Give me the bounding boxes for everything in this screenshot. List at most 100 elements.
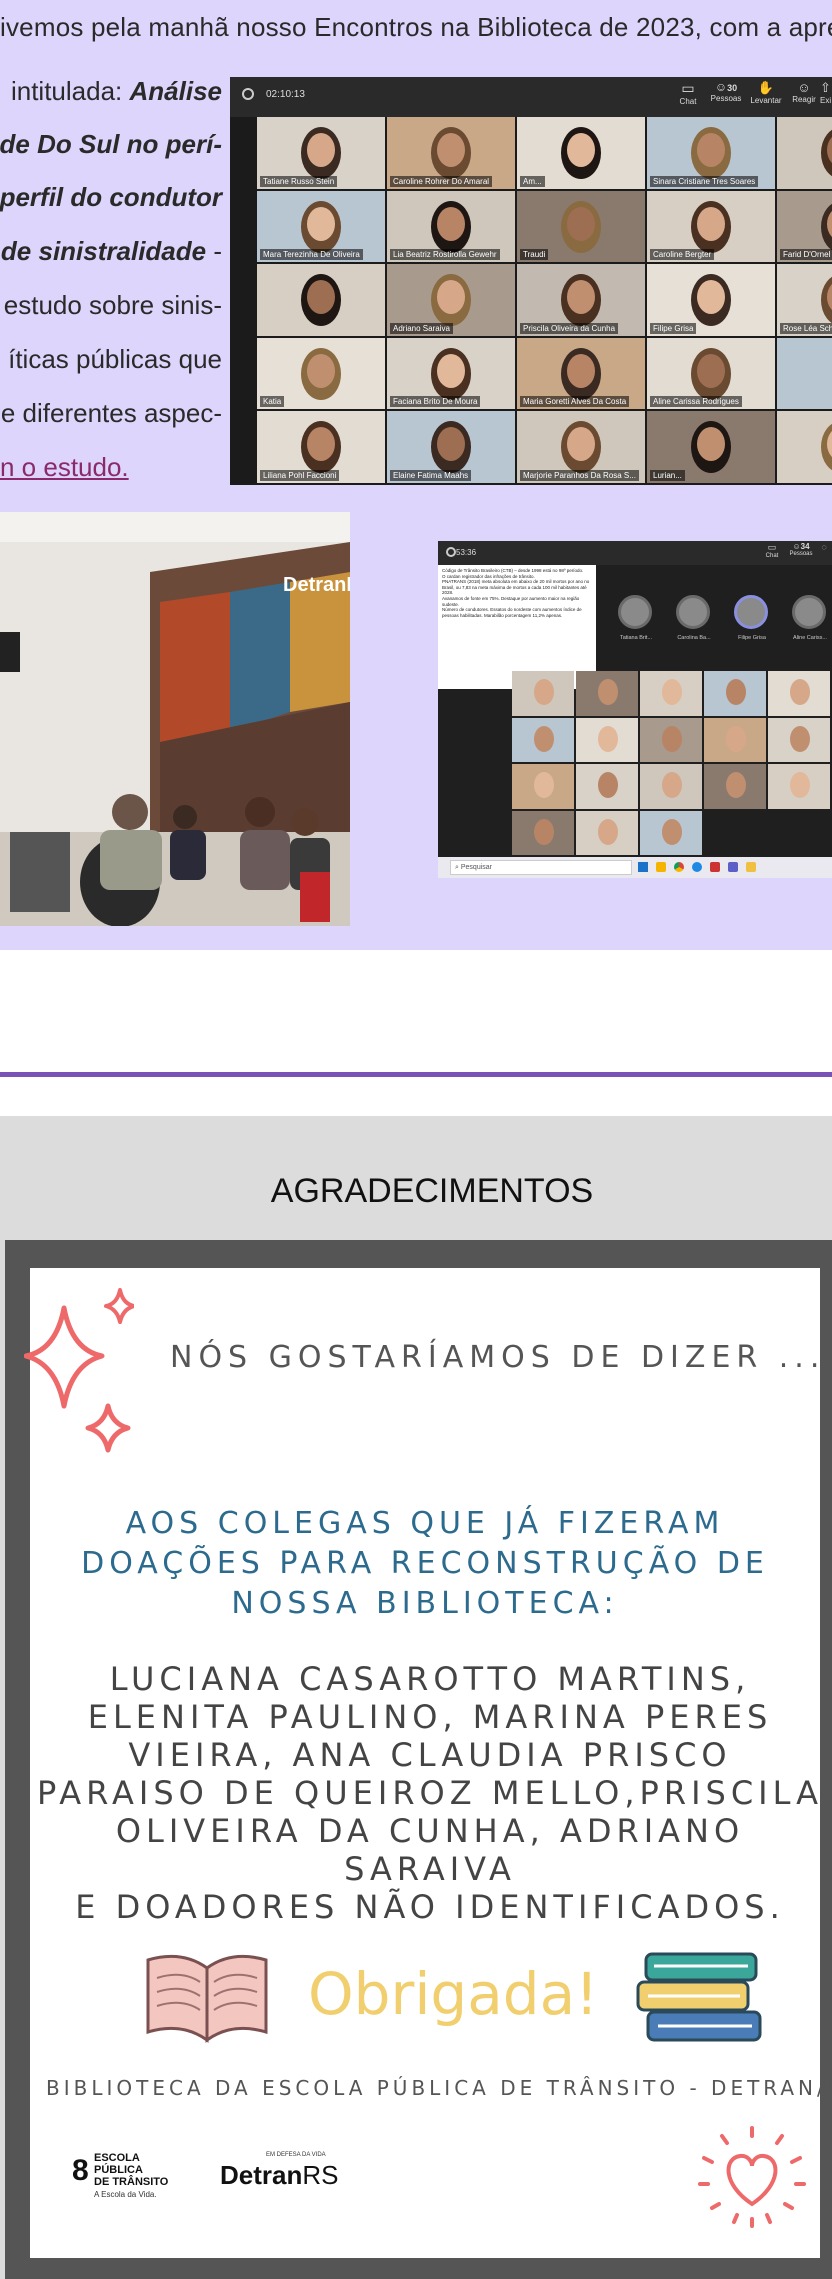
participant-tile[interactable]	[768, 764, 830, 809]
participant-tile[interactable]: Rose Léa Sch	[777, 264, 832, 336]
participant-name: Adriano Saraiva	[390, 322, 453, 334]
participant-face	[790, 725, 810, 752]
participant-tile[interactable]	[512, 717, 574, 762]
participant-name: Traudi	[520, 249, 549, 261]
participant-tile[interactable]	[576, 810, 638, 855]
participant-tile[interactable]: Katia	[257, 337, 385, 410]
participant-tile[interactable]: Aline Carissa Rodrigues	[647, 337, 775, 410]
sparkle-icon	[24, 1288, 134, 1453]
meeting-timer: 53:36	[456, 548, 477, 557]
intro-line-text: ivemos pela manhã nosso Encontros na Bib…	[0, 12, 832, 42]
toolbar-share[interactable]: ⇧ Exi	[820, 80, 832, 105]
raise-hand-icon: ✋	[757, 80, 775, 95]
taskbar-search[interactable]: ⌕ Pesquisar	[450, 860, 632, 875]
avatar-name: Aline Cariss...	[793, 635, 827, 641]
participant-face	[534, 725, 554, 752]
paragraph-line: e diferentes aspec-	[0, 398, 222, 428]
toolbar-chat[interactable]: ▭ Chat	[670, 80, 706, 106]
participant-tile[interactable]: Tatiane Russo Stein	[257, 117, 385, 189]
participant-tile[interactable]: Caroline Rohrer Do Amaral	[387, 117, 515, 189]
participant-face	[662, 679, 682, 705]
participant-tile[interactable]: Am...	[517, 117, 645, 189]
participant-tile[interactable]	[768, 810, 830, 855]
escola-logo-tagline: A Escola da Vida.	[94, 2190, 157, 2199]
more-icon[interactable]: ◌	[816, 542, 832, 552]
participant-tile[interactable]: Faciana Brito De Moura	[387, 337, 515, 410]
participant-tile[interactable]	[512, 810, 574, 855]
participant-tile[interactable]: Liliana Pohl Faccioni	[257, 411, 385, 483]
participant-tile[interactable]: Lurian...	[647, 411, 775, 483]
detran-sign: DetranRS	[283, 574, 350, 596]
avatar[interactable]: Carolina Ba...	[666, 591, 722, 651]
participant-tile[interactable]	[257, 264, 385, 336]
participant-face	[307, 133, 335, 167]
participant-tile[interactable]	[704, 810, 766, 855]
participant-tile[interactable]: Marjorie Paranhos Da Rosa S...	[517, 411, 645, 483]
participant-tile[interactable]	[704, 671, 766, 716]
participant-tile[interactable]	[704, 717, 766, 762]
participant-tile[interactable]	[640, 671, 702, 716]
toolbar-react[interactable]: ☺ Reagir	[786, 80, 822, 104]
avatar[interactable]: Aline Cariss...	[782, 591, 832, 651]
participant-tile[interactable]	[777, 117, 832, 189]
participant-tile[interactable]	[512, 671, 574, 716]
edge-icon[interactable]	[692, 862, 702, 872]
participant-tile[interactable]	[576, 671, 638, 716]
toolbar-people[interactable]: ☺30 Pessoas	[706, 80, 746, 103]
study-link[interactable]: n o estudo.	[0, 452, 129, 483]
participant-tile[interactable]: Traudi	[517, 190, 645, 263]
participant-name: Katia	[260, 396, 285, 408]
participant-tile[interactable]: Mara Terezinha De Oliveira	[257, 190, 385, 263]
escola-logo-mark: 8	[72, 2154, 89, 2187]
toolbar-chat[interactable]: ▭ Chat	[758, 542, 786, 559]
participant-tile[interactable]	[640, 764, 702, 809]
participant-name: Caroline Bergter	[650, 249, 715, 261]
participant-tile[interactable]	[704, 764, 766, 809]
participant-face	[567, 133, 595, 167]
participant-tile[interactable]: Maria Goretti Alves Da Costa	[517, 337, 645, 410]
participant-tile[interactable]: Filipe Grisa	[647, 264, 775, 336]
participant-name: Tatiane Russo Stein	[260, 175, 338, 187]
participant-tile[interactable]	[576, 717, 638, 762]
app-icon[interactable]	[710, 862, 720, 872]
participant-tile[interactable]	[768, 717, 830, 762]
paragraph-line: ande Do Sul no perí-	[0, 129, 222, 159]
meeting-timer: 02:10:13	[266, 89, 305, 100]
avatar-row: Tatiana Brit... Carolina Ba... Filipe Gris…	[608, 591, 832, 651]
participant-tile[interactable]	[768, 671, 830, 716]
participant-tile[interactable]	[640, 810, 702, 855]
participant-tile[interactable]	[576, 764, 638, 809]
participant-name: Am...	[520, 175, 545, 187]
toolbar-people[interactable]: ☺34 Pessoas	[786, 542, 816, 557]
participant-tile[interactable]: Sinara Cristiane Tres Soares	[647, 117, 775, 189]
participant-tile[interactable]: Priscila Oliveira da Cunha	[517, 264, 645, 336]
participant-name: Sinara Cristiane Tres Soares	[650, 175, 759, 187]
avatar[interactable]: Filipe Grisa	[724, 591, 780, 651]
meeting-screenshot-1: 02:10:13 ▭ Chat ☺30 Pessoas ✋ Levantar ☺ Rea…	[230, 77, 832, 485]
participant-tile[interactable]: Farid D'Ornel	[777, 190, 832, 263]
paragraph-line: o perfil do condutor	[0, 182, 222, 212]
participant-tile[interactable]: Elaine Fatima Maahs	[387, 411, 515, 483]
avatar[interactable]: Tatiana Brit...	[608, 591, 664, 651]
react-icon: ☺	[797, 80, 811, 95]
participant-tile[interactable]	[640, 717, 702, 762]
participant-tile[interactable]: Caroline Bergter	[647, 190, 775, 263]
folder-icon[interactable]	[656, 862, 666, 872]
toolbar-raise-hand[interactable]: ✋ Levantar	[746, 80, 786, 105]
participant-tile[interactable]	[777, 337, 832, 410]
participant-face	[567, 353, 595, 388]
participant-tile[interactable]: Lia Beatriz Rostirolla Gewehr	[387, 190, 515, 263]
heart-icon	[698, 2126, 806, 2228]
participant-tile[interactable]	[512, 764, 574, 809]
chat-icon: ▭	[767, 542, 777, 552]
teams-icon[interactable]	[728, 862, 738, 872]
participant-tile[interactable]	[777, 411, 832, 483]
explorer-icon[interactable]	[746, 862, 756, 872]
windows-icon[interactable]	[638, 862, 648, 872]
participant-face	[437, 133, 465, 167]
meeting-toolbar: 02:10:13 ▭ Chat ☺30 Pessoas ✋ Levantar ☺ Rea…	[230, 77, 832, 117]
participant-tile[interactable]: Adriano Saraiva	[387, 264, 515, 336]
participant-name: Priscila Oliveira da Cunha	[520, 322, 619, 334]
chrome-icon[interactable]	[674, 862, 684, 872]
participant-face	[534, 679, 554, 705]
